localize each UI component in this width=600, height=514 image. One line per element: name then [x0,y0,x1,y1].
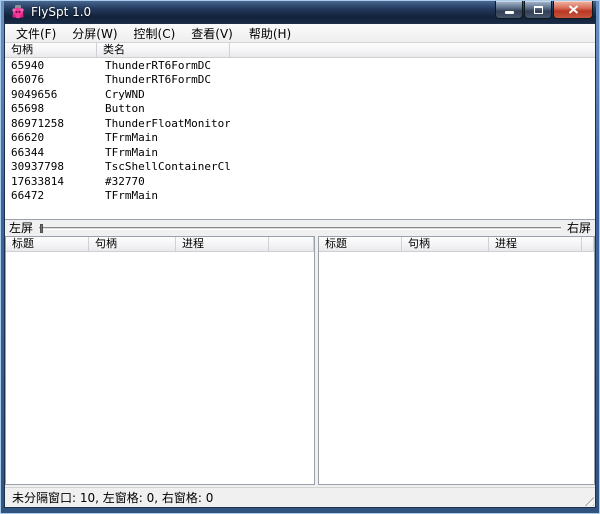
right-screen-label: 右屏 [567,221,591,236]
row-class: TFrmMain [97,189,230,202]
column-header-process[interactable]: 进程 [176,237,269,252]
app-window: FlySpt 1.0 文件(F) 分屏(W) 控制(C) 查看(V) 帮助(H)… [0,0,600,514]
row-class: TFrmMain [97,146,230,159]
split-ratio-slider[interactable] [39,227,561,230]
column-header-handle[interactable]: 句柄 [89,237,176,252]
menu-item-help[interactable]: 帮助(H) [241,24,299,43]
column-header-title[interactable]: 标题 [6,237,89,252]
row-handle: 65940 [5,59,97,72]
split-slider-band: 左屏 右屏 [5,220,595,236]
window-content: 文件(F) 分屏(W) 控制(C) 查看(V) 帮助(H) 句柄 类名 6594… [4,23,596,508]
column-header-handle[interactable]: 句柄 [5,43,97,58]
row-class: Button [97,102,230,115]
row-handle: 66472 [5,189,97,202]
left-pane-header: 标题 句柄 进程 [6,237,314,252]
maximize-icon [534,6,543,14]
maximize-button[interactable] [524,1,552,19]
row-handle: 65698 [5,102,97,115]
column-header-class[interactable]: 类名 [97,43,230,58]
window-handle-list[interactable]: 句柄 类名 65940 ThunderRT6FormDC 66076 Thund… [5,43,595,220]
row-handle: 30937798 [5,160,97,173]
split-panels: 标题 句柄 进程 标题 句柄 进程 [5,236,595,487]
resize-grip[interactable] [581,493,594,506]
table-row[interactable]: 66076 ThunderRT6FormDC [5,73,595,88]
row-class: ThunderRT6FormDC [97,73,230,86]
table-row[interactable]: 9049656 CryWND [5,87,595,102]
status-bar: 未分隔窗口: 10, 左窗格: 0, 右窗格: 0 [5,487,595,507]
menu-bar: 文件(F) 分屏(W) 控制(C) 查看(V) 帮助(H) [5,24,595,43]
menu-item-file[interactable]: 文件(F) [8,24,64,43]
menu-item-view[interactable]: 查看(V) [183,24,241,43]
row-handle: 86971258 [5,117,97,130]
slider-thumb[interactable] [40,224,43,233]
window-title: FlySpt 1.0 [31,5,91,19]
left-pane-list[interactable]: 标题 句柄 进程 [5,236,315,485]
row-handle: 9049656 [5,88,97,101]
close-button[interactable] [553,1,593,19]
menu-item-control[interactable]: 控制(C) [126,24,184,43]
table-row[interactable]: 86971258 ThunderFloatMonitor [5,116,595,131]
right-pane-body[interactable] [319,252,594,484]
close-icon [568,5,579,14]
table-row[interactable]: 65698 Button [5,102,595,117]
row-class: TscShellContainerClass [97,160,230,173]
column-header-filler [269,237,314,252]
row-handle: 66344 [5,146,97,159]
table-row[interactable]: 66344 TFrmMain [5,145,595,160]
left-screen-label: 左屏 [9,221,33,236]
table-row[interactable]: 17633814 #32770 [5,174,595,189]
column-header-filler [230,43,595,58]
column-header-filler [582,237,594,252]
table-row[interactable]: 66620 TFrmMain [5,131,595,146]
row-class: ThunderFloatMonitor [97,117,230,130]
table-row[interactable]: 66472 TFrmMain [5,189,595,204]
row-handle: 66620 [5,131,97,144]
list-header: 句柄 类名 [5,43,595,58]
minimize-icon [505,11,514,14]
row-handle: 17633814 [5,175,97,188]
window-controls [494,1,593,19]
row-class: CryWND [97,88,230,101]
row-class: #32770 [97,175,230,188]
right-pane-header: 标题 句柄 进程 [319,237,594,252]
title-bar[interactable]: FlySpt 1.0 [4,1,596,23]
row-class: TFrmMain [97,131,230,144]
table-row[interactable]: 30937798 TscShellContainerClass [5,160,595,175]
row-handle: 66076 [5,73,97,86]
right-pane-list[interactable]: 标题 句柄 进程 [318,236,595,485]
status-text: 未分隔窗口: 10, 左窗格: 0, 右窗格: 0 [12,489,213,506]
menu-item-split[interactable]: 分屏(W) [64,24,125,43]
row-class: ThunderRT6FormDC [97,59,230,72]
left-pane-body[interactable] [6,252,314,484]
app-icon [10,4,26,20]
column-header-handle[interactable]: 句柄 [402,237,489,252]
column-header-title[interactable]: 标题 [319,237,402,252]
table-row[interactable]: 65940 ThunderRT6FormDC [5,58,595,73]
minimize-button[interactable] [495,1,523,19]
column-header-process[interactable]: 进程 [489,237,582,252]
